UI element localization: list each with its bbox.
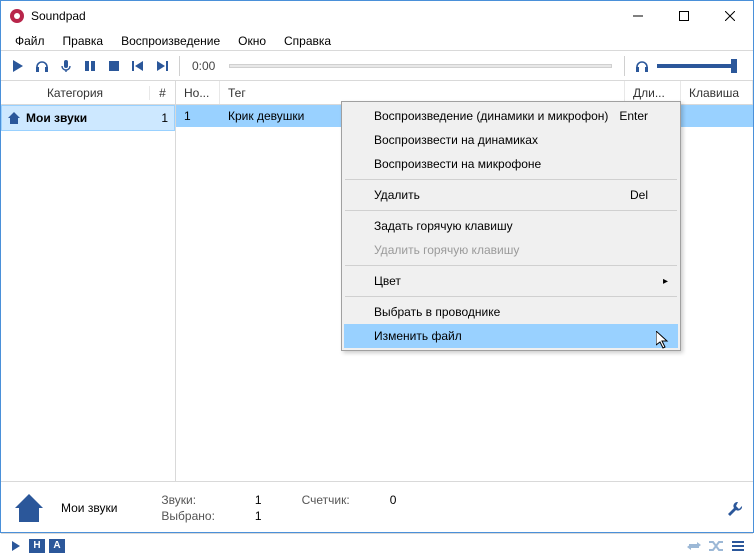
stop-button[interactable]: [103, 55, 125, 77]
toolbar-divider: [179, 56, 180, 76]
sidebar-item-my-sounds[interactable]: Мои звуки 1: [1, 105, 175, 131]
context-menu: Воспроизведение (динамики и микрофон) En…: [341, 101, 681, 351]
toolbar: 0:00: [1, 51, 753, 81]
mic-button[interactable]: [55, 55, 77, 77]
menu-edit[interactable]: Правка: [55, 32, 112, 50]
prev-button[interactable]: [127, 55, 149, 77]
ctx-label: Воспроизвести на динамиках: [374, 133, 538, 147]
ctx-label: Воспроизвести на микрофоне: [374, 157, 541, 171]
col-key[interactable]: Клавиша: [681, 81, 753, 104]
shuffle-button[interactable]: [707, 537, 725, 555]
play-button[interactable]: [7, 55, 29, 77]
ctx-color[interactable]: Цвет ▸: [344, 269, 678, 293]
ctx-play-speakers[interactable]: Воспроизвести на динамиках: [344, 128, 678, 152]
status-grid: Звуки: 1 Счетчик: 0 Выбрано: 1: [161, 493, 396, 523]
ctx-separator: [345, 296, 677, 297]
status-counter-label: Счетчик:: [302, 493, 350, 507]
ctx-shortcut: Del: [630, 188, 648, 202]
mode-h-button[interactable]: Н: [29, 539, 45, 553]
menu-file[interactable]: Файл: [7, 32, 53, 50]
ctx-show-explorer[interactable]: Выбрать в проводнике: [344, 300, 678, 324]
chevron-right-icon: ▸: [663, 276, 668, 287]
status-selected-label: Выбрано:: [161, 509, 214, 523]
main-panel: Но... Тег Дли... Клавиша 1 Крик девушки …: [176, 81, 753, 481]
menu-playback[interactable]: Воспроизведение: [113, 32, 228, 50]
ctx-separator: [345, 210, 677, 211]
window-title: Soundpad: [31, 9, 615, 23]
bottombar: Н А: [1, 533, 753, 557]
minimize-button[interactable]: [615, 1, 661, 31]
list-button[interactable]: [729, 537, 747, 555]
ctx-play-mic[interactable]: Воспроизвести на микрофоне: [344, 152, 678, 176]
sidebar: Категория # Мои звуки 1: [1, 81, 176, 481]
ctx-set-hotkey[interactable]: Задать горячую клавишу: [344, 214, 678, 238]
body: Категория # Мои звуки 1 Но... Тег Дли...…: [1, 81, 753, 481]
wrench-icon[interactable]: [725, 499, 743, 517]
volume-thumb[interactable]: [731, 59, 737, 73]
ctx-label: Удалить горячую клавишу: [374, 243, 519, 257]
menubar: Файл Правка Воспроизведение Окно Справка: [1, 31, 753, 51]
status-counter-value: 0: [390, 493, 397, 507]
menu-help[interactable]: Справка: [276, 32, 339, 50]
play-small-button[interactable]: [7, 537, 25, 555]
statusbar: Мои звуки Звуки: 1 Счетчик: 0 Выбрано: 1: [1, 481, 753, 533]
headphones-button[interactable]: [31, 55, 53, 77]
ctx-shortcut: Enter: [619, 109, 648, 123]
volume-slider[interactable]: [657, 64, 737, 68]
status-category: Мои звуки: [61, 501, 117, 515]
sidebar-item-label: Мои звуки: [26, 111, 150, 125]
toolbar-divider: [624, 56, 625, 76]
ctx-label: Воспроизведение (динамики и микрофон): [374, 109, 608, 123]
home-large-icon: [11, 490, 47, 526]
ctx-label: Удалить: [374, 188, 420, 202]
maximize-button[interactable]: [661, 1, 707, 31]
time-display: 0:00: [192, 59, 215, 73]
ctx-delete[interactable]: Удалить Del: [344, 183, 678, 207]
next-button[interactable]: [151, 55, 173, 77]
ctx-label: Задать горячую клавишу: [374, 219, 513, 233]
home-icon: [6, 110, 22, 126]
col-number[interactable]: Но...: [176, 81, 220, 104]
sidebar-item-count: 1: [150, 111, 170, 125]
ctx-separator: [345, 265, 677, 266]
ctx-play-both[interactable]: Воспроизведение (динамики и микрофон) En…: [344, 104, 678, 128]
menu-window[interactable]: Окно: [230, 32, 274, 50]
cell-number: 1: [176, 109, 220, 123]
status-sounds-value: 1: [255, 493, 262, 507]
ctx-label: Выбрать в проводнике: [374, 305, 500, 319]
sidebar-col-count[interactable]: #: [149, 86, 175, 100]
close-button[interactable]: [707, 1, 753, 31]
window-controls: [615, 1, 753, 31]
status-selected-value: 1: [255, 509, 262, 523]
status-sounds-label: Звуки:: [161, 493, 214, 507]
sidebar-header: Категория #: [1, 81, 175, 105]
titlebar: Soundpad: [1, 1, 753, 31]
ctx-change-file[interactable]: Изменить файл: [344, 324, 678, 348]
ctx-label: Цвет: [374, 274, 401, 288]
ctx-remove-hotkey: Удалить горячую клавишу: [344, 238, 678, 262]
pause-button[interactable]: [79, 55, 101, 77]
mode-a-button[interactable]: А: [49, 539, 65, 553]
repeat-button[interactable]: [685, 537, 703, 555]
ctx-label: Изменить файл: [374, 329, 462, 343]
app-icon: [9, 8, 25, 24]
ctx-separator: [345, 179, 677, 180]
volume-headphones-icon[interactable]: [635, 59, 651, 73]
seek-bar[interactable]: [229, 64, 612, 68]
sidebar-col-category[interactable]: Категория: [1, 86, 149, 100]
